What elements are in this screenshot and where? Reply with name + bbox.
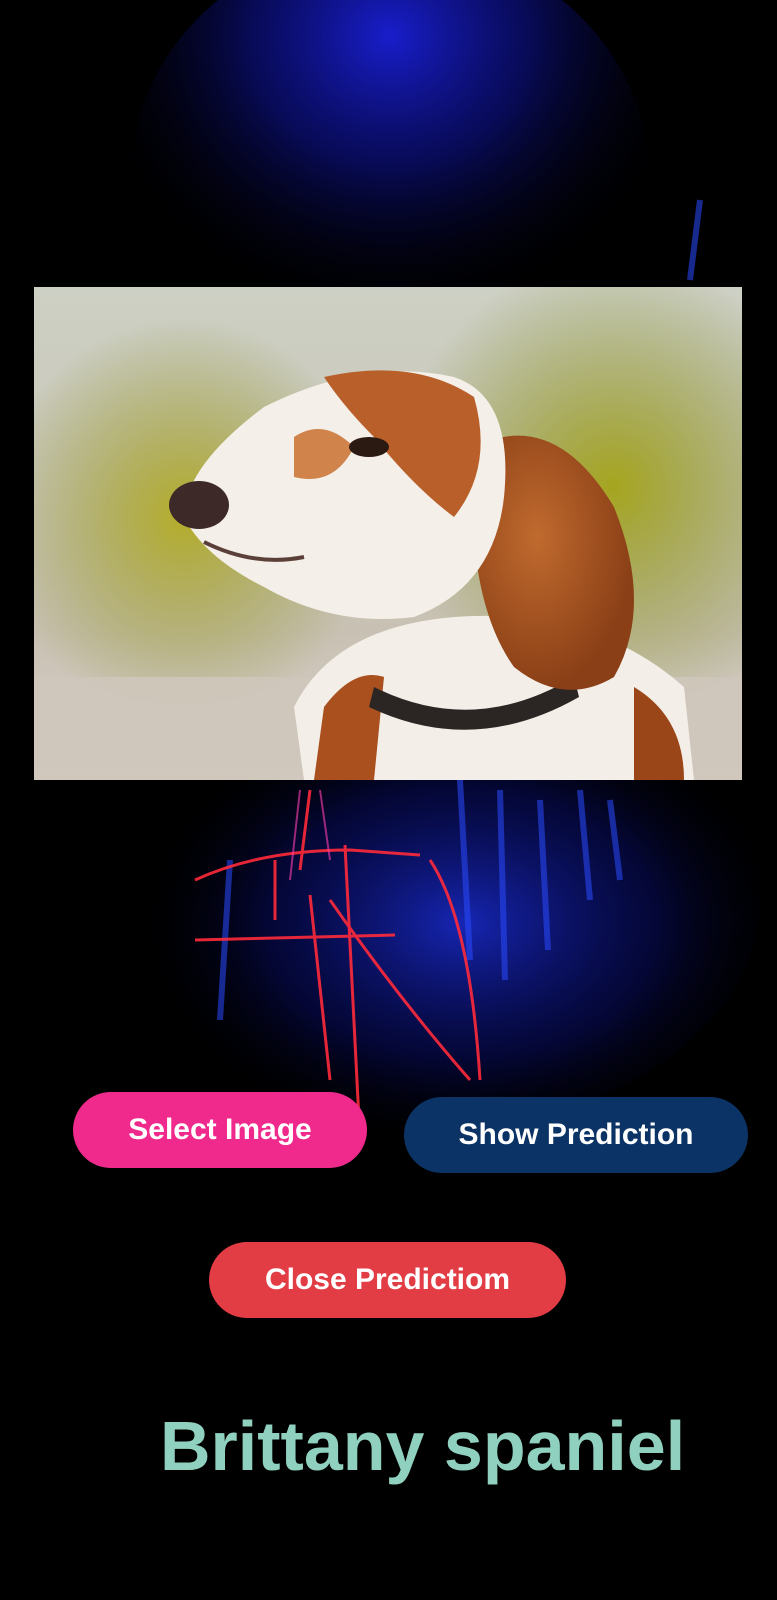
- selected-image: [34, 287, 742, 780]
- background-light-trails: [0, 0, 777, 1600]
- show-prediction-button[interactable]: Show Prediction: [404, 1097, 748, 1173]
- prediction-label: Brittany spaniel: [160, 1407, 686, 1485]
- select-image-button[interactable]: Select Image: [73, 1092, 367, 1168]
- close-prediction-button[interactable]: Close Predictiom: [209, 1242, 566, 1318]
